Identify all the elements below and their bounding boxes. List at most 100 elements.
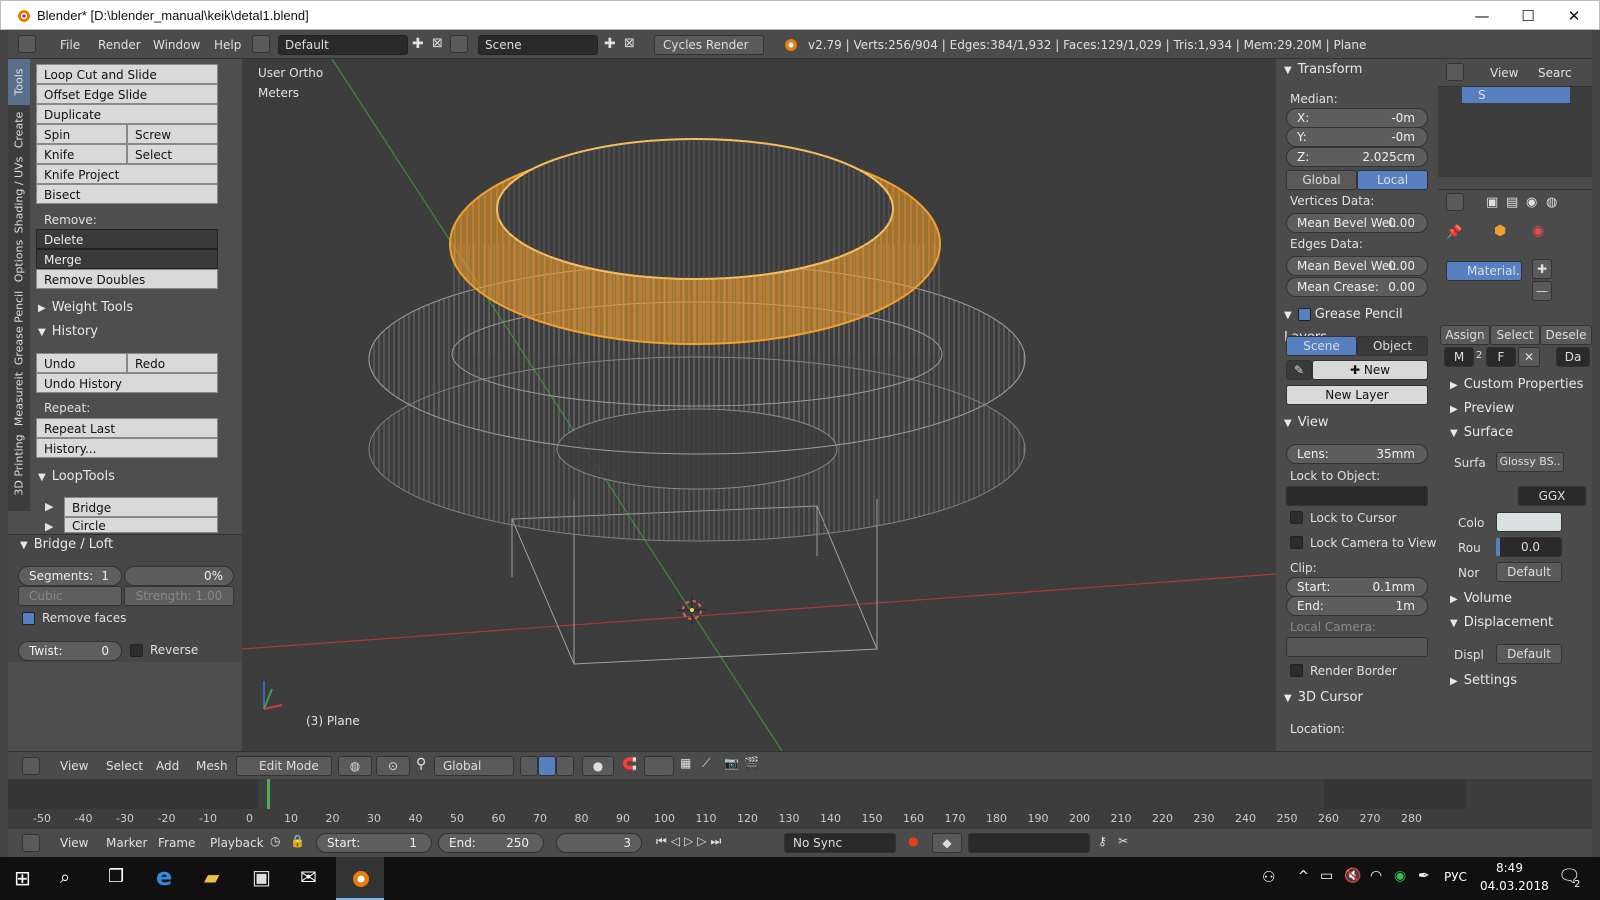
world-tab-icon[interactable]: ◍ (1546, 195, 1557, 210)
manipulator-icon[interactable]: ⚲ (416, 756, 426, 772)
material-icon[interactable]: ◉ (1532, 223, 1544, 239)
bisect-button[interactable]: Bisect (36, 184, 218, 204)
material-browse[interactable]: M (1444, 347, 1474, 367)
delete-menu[interactable]: Delete (36, 229, 218, 249)
outliner-scene-row[interactable]: S (1462, 87, 1570, 103)
select-button[interactable]: Select (1490, 325, 1540, 345)
vp-select-menu[interactable]: Select (106, 759, 143, 773)
volume-mute-icon[interactable]: 🔇 (1344, 868, 1361, 884)
knife-button[interactable]: Knife (36, 144, 127, 164)
tl-frame-menu[interactable]: Frame (158, 836, 195, 850)
keying-set-field[interactable] (968, 833, 1090, 853)
update-icon[interactable]: ◉ (1394, 868, 1406, 884)
undo-history-button[interactable]: Undo History (36, 373, 218, 393)
viewport-canvas[interactable] (242, 59, 1276, 751)
tab-tools[interactable]: Tools (8, 59, 30, 105)
edge-select-icon[interactable] (538, 756, 556, 776)
tab-grease-pencil[interactable]: Grease Pencil (8, 287, 30, 369)
task-view-icon[interactable]: ❐ (108, 866, 124, 887)
normal-select[interactable]: Default (1496, 562, 1562, 582)
mode-select[interactable]: Edit Mode (236, 756, 332, 776)
data-link-select[interactable]: Da (1556, 347, 1590, 367)
pen-icon[interactable]: ✒ (1418, 868, 1430, 884)
circle-arrow-icon[interactable]: ▶ (45, 520, 53, 533)
vp-mesh-menu[interactable]: Mesh (196, 759, 228, 773)
vp-view-menu[interactable]: View (60, 759, 88, 773)
outliner-view-menu[interactable]: View (1490, 66, 1518, 80)
vp-add-menu[interactable]: Add (156, 759, 179, 773)
roughness-field[interactable]: 0.0 (1496, 537, 1562, 557)
editor-type-icon[interactable] (18, 35, 36, 53)
median-x-field[interactable]: X: -0m (1286, 108, 1428, 128)
3d-cursor-panel[interactable]: ▼ 3D Cursor (1278, 687, 1434, 709)
menu-window[interactable]: Window (153, 38, 200, 52)
tab-measureit[interactable]: Measureit (8, 369, 30, 429)
clock-icon[interactable]: ◷ (270, 834, 280, 848)
bridge-loft-header[interactable]: ▼ Bridge / Loft (14, 534, 234, 556)
circle-button[interactable]: Circle (64, 517, 218, 533)
remove-scene-icon[interactable]: ⊠ (624, 36, 635, 51)
store-icon[interactable]: ▣ (252, 865, 271, 889)
color-swatch[interactable] (1496, 512, 1562, 532)
looptools-panel[interactable]: ▼ LoopTools (32, 466, 222, 488)
local-toggle[interactable]: Local (1357, 170, 1428, 190)
strength-field[interactable]: Strength: 1.00 (124, 586, 234, 606)
ruler-icon[interactable]: ⟋ (702, 756, 710, 771)
keyboard-language[interactable]: РУС (1444, 870, 1467, 884)
insert-keyframe-icon[interactable]: ⚷ (1098, 834, 1107, 848)
props-editor-icon[interactable] (1446, 193, 1464, 211)
remove-layout-icon[interactable]: ⊠ (432, 36, 443, 51)
deselect-button[interactable]: Desele (1540, 325, 1592, 345)
loop-cut-button[interactable]: Loop Cut and Slide (36, 64, 218, 84)
face-select-icon[interactable] (556, 756, 574, 776)
segments-slider[interactable]: 0% (124, 566, 234, 586)
unlink-material-icon[interactable]: ✕ (1518, 347, 1540, 367)
outliner-search-menu[interactable]: Searc (1538, 66, 1572, 80)
fake-user-toggle[interactable]: F (1486, 347, 1516, 367)
material-slot[interactable]: Material. (1446, 261, 1522, 281)
scene-field[interactable]: Scene (478, 35, 598, 55)
screw-button[interactable]: Screw (127, 124, 218, 144)
lock-camera-checkbox[interactable] (1290, 536, 1303, 549)
render-animation-icon[interactable]: 🎬 (744, 756, 759, 770)
menu-file[interactable]: File (60, 38, 80, 52)
layers-tab-icon[interactable]: ▤ (1506, 195, 1518, 210)
record-icon[interactable]: ● (908, 834, 918, 848)
3d-view-editor-icon[interactable] (22, 757, 40, 775)
view-panel[interactable]: ▼ View (1278, 412, 1434, 434)
lock-icon[interactable]: 🔒 (290, 834, 305, 848)
distribution-select[interactable]: GGX (1518, 486, 1586, 506)
3d-viewport[interactable]: User Ortho Meters (3) Plane (242, 59, 1276, 751)
blender-taskbar-button[interactable] (336, 857, 384, 900)
vertex-bevel-weight-field[interactable]: Mean Bevel Wei: 0.00 (1286, 213, 1428, 233)
edge-bevel-weight-field[interactable]: Mean Bevel Wei: 0.00 (1286, 256, 1428, 276)
scene-icon[interactable] (450, 35, 468, 53)
add-scene-icon[interactable]: ✚ (604, 36, 616, 52)
interpolation-select[interactable]: Cubic (18, 586, 122, 606)
playback-controls-icon[interactable]: ⏮◁▷▷⏭ (656, 834, 725, 849)
menu-render[interactable]: Render (98, 38, 141, 52)
tl-view-menu[interactable]: View (60, 836, 88, 850)
segments-field[interactable]: Segments: 1 (18, 566, 122, 586)
render-border-checkbox[interactable] (1290, 664, 1303, 677)
outliner-tree[interactable]: S (1438, 87, 1592, 177)
gp-new-button[interactable]: ✚ New (1312, 360, 1428, 380)
vertex-select-icon[interactable] (520, 756, 538, 776)
remove-faces-checkbox[interactable] (22, 612, 35, 625)
snap-icon[interactable]: 🧲 (622, 757, 637, 771)
add-layout-icon[interactable]: ✚ (412, 36, 424, 52)
reverse-checkbox[interactable] (130, 644, 143, 657)
twist-field[interactable]: Twist: 0 (18, 641, 122, 661)
repeat-last-button[interactable]: Repeat Last (36, 418, 218, 438)
tab-3d-printing[interactable]: 3D Printing (8, 429, 30, 501)
tab-shading-uvs[interactable]: Shading / UVs (8, 155, 30, 235)
redo-button[interactable]: Redo (127, 353, 218, 373)
current-frame-field[interactable]: 3 (556, 833, 642, 853)
maximize-button[interactable]: ☐ (1505, 3, 1551, 29)
outliner-editor-icon[interactable] (1446, 63, 1464, 81)
snap-element-select[interactable] (644, 756, 674, 776)
settings-panel[interactable]: ▶ Settings (1444, 670, 1592, 692)
edge-browser-icon[interactable]: e (156, 863, 172, 891)
proportional-edit-icon[interactable]: ● (582, 756, 614, 776)
remove-slot-icon[interactable]: — (1532, 281, 1552, 301)
